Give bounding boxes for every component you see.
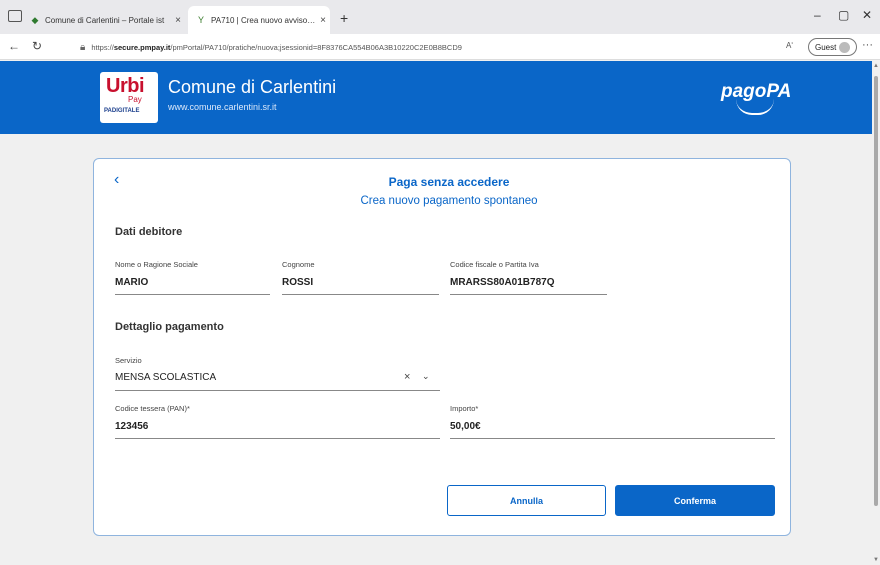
scroll-up-icon[interactable]: ▲ (873, 63, 879, 69)
tab-label: PA710 | Crea nuovo avviso da pag (211, 15, 316, 25)
page-scrollbar[interactable]: ▲ ▼ (872, 61, 880, 565)
refresh-icon[interactable]: ↻ (32, 39, 42, 53)
browser-tab-comune[interactable]: ◆ Comune di Carlentini – Portale ist × (30, 6, 185, 34)
read-aloud-icon[interactable]: Aʹ (786, 41, 793, 50)
browser-tab-pa710[interactable]: Y PA710 | Crea nuovo avviso da pag × (188, 6, 330, 34)
confirm-button[interactable]: Conferma (615, 485, 775, 516)
service-select[interactable]: MENSA SCOLASTICA × ⌄ (115, 371, 440, 391)
profile-label: Guest (815, 42, 837, 52)
ente-url[interactable]: www.comune.carlentini.sr.it (168, 102, 277, 112)
amount-field[interactable]: 50,00€ (450, 421, 775, 439)
profile-button[interactable]: Guest (808, 38, 858, 56)
maximize-icon[interactable]: ▢ (838, 8, 849, 22)
url-path: /pmPortal/PA710/pratiche/nuova;jsessioni… (170, 42, 462, 52)
section-debtor-heading: Dati debitore (115, 226, 183, 238)
avatar-icon (839, 41, 851, 53)
chevron-down-icon[interactable]: ⌄ (422, 371, 430, 382)
new-tab-icon[interactable]: + (340, 10, 348, 26)
close-tab-icon[interactable]: × (316, 15, 330, 26)
name-field[interactable]: MARIO (115, 277, 270, 295)
browser-tab-strip: ◆ Comune di Carlentini – Portale ist × Y… (0, 0, 880, 34)
page-title: Paga senza accedere (388, 175, 510, 189)
url-input[interactable]: 🔒︎ https://secure.pmpay.it/pmPortal/PA71… (80, 37, 805, 57)
back-arrow-icon[interactable]: ← (8, 39, 20, 53)
service-value: MENSA SCOLASTICA (115, 372, 217, 383)
clear-selection-icon[interactable]: × (404, 371, 410, 383)
more-menu-icon[interactable]: ··· (862, 39, 873, 51)
url-host: secure.pmpay.it (113, 42, 171, 52)
minimize-icon[interactable]: – (814, 8, 821, 22)
comune-favicon-icon: ◆ (31, 15, 39, 25)
card-code-field[interactable]: 123456 (115, 421, 440, 439)
card-code-label: Codice tessera (PAN)* (115, 404, 190, 413)
scroll-down-icon[interactable]: ▼ (873, 557, 879, 563)
logo-pay-text: Pay (128, 95, 142, 104)
pagopa-favicon-icon: Y (197, 15, 204, 25)
surname-label: Cognome (282, 260, 315, 269)
cancel-button[interactable]: Annulla (447, 485, 606, 516)
amount-label: Importo* (450, 404, 479, 413)
section-payment-heading: Dettaglio pagamento (115, 321, 224, 333)
lock-icon: 🔒︎ (80, 41, 86, 53)
scrollbar-thumb[interactable] (874, 76, 878, 506)
page-header: Urbi Pay PADIGITALE Comune di Carlentini… (0, 61, 872, 134)
ente-name: Comune di Carlentini (168, 77, 337, 97)
service-label: Servizio (115, 356, 142, 365)
logo-padigitale-text: PADIGITALE (104, 108, 140, 114)
close-tab-icon[interactable]: × (171, 15, 185, 26)
payment-form-card: ‹ Paga senza accedere Crea nuovo pagamen… (93, 158, 791, 536)
urbi-logo[interactable]: Urbi Pay PADIGITALE (100, 72, 158, 123)
tab-label: Comune di Carlentini – Portale ist (45, 15, 165, 25)
surname-field[interactable]: ROSSI (282, 277, 439, 295)
tab-actions-icon[interactable] (8, 10, 22, 22)
url-prefix: https:// (91, 42, 114, 52)
address-bar-row: ← ↻ 🔒︎ https://secure.pmpay.it/pmPortal/… (0, 34, 880, 60)
tax-code-label: Codice fiscale o Partita Iva (450, 260, 539, 269)
page-subtitle: Crea nuovo pagamento spontaneo (360, 195, 538, 207)
close-window-icon[interactable]: ✕ (862, 8, 872, 22)
name-label: Nome o Ragione Sociale (115, 260, 198, 269)
tax-code-field[interactable]: MRARSS80A01B787Q (450, 277, 607, 295)
pagopa-arc-icon (736, 99, 774, 115)
